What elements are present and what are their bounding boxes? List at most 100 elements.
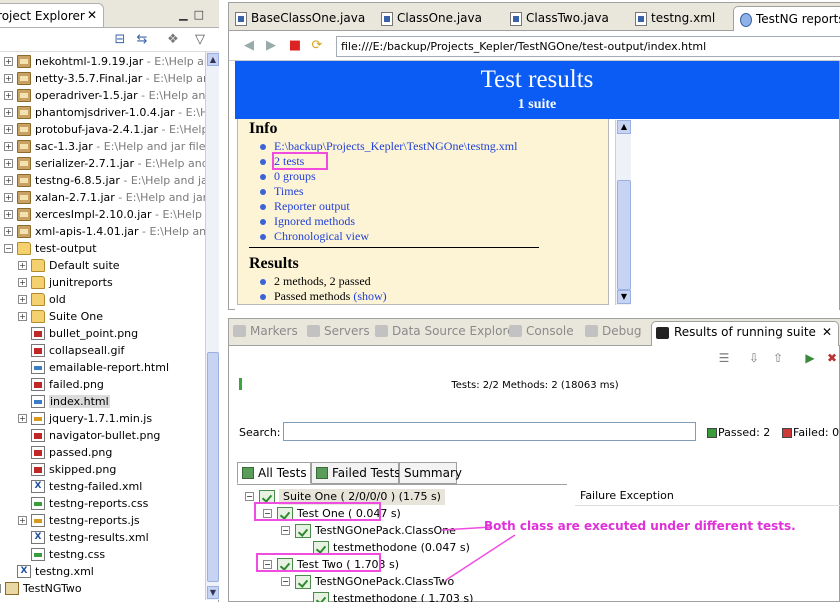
- scroll-up-icon[interactable]: ▲: [207, 53, 219, 66]
- info-link[interactable]: Reporter output: [274, 199, 350, 213]
- tree-item-label: testng-results.xml: [49, 531, 149, 544]
- java-file-icon: [381, 12, 393, 26]
- img-icon: [31, 429, 45, 442]
- tab-baseclassone-java[interactable]: BaseClassOne.java: [229, 6, 365, 31]
- expand-icon[interactable]: +: [18, 516, 27, 525]
- tab-testng-xml[interactable]: testng.xml: [629, 6, 715, 31]
- next-failure-icon[interactable]: ⇩: [747, 351, 761, 365]
- info-link[interactable]: Times: [274, 184, 304, 198]
- tree-item-label: phantomjsdriver-1.0.4.jar - E:\Help: [35, 106, 205, 119]
- collapse-icon[interactable]: −: [263, 560, 272, 569]
- collapse-icon[interactable]: −: [281, 526, 290, 535]
- expand-icon[interactable]: +: [18, 261, 27, 270]
- tab-project-explorer[interactable]: Project Explorer ✕: [0, 3, 104, 27]
- minimize-icon[interactable]: ▁: [179, 8, 193, 21]
- chevron-down-icon[interactable]: ▽: [192, 32, 208, 48]
- back-icon[interactable]: ◀: [241, 39, 257, 53]
- collapse-all-icon[interactable]: ⊟: [112, 32, 128, 48]
- scroll-up-icon[interactable]: ▲: [617, 120, 631, 134]
- rerun-failed-icon[interactable]: ✖: [825, 351, 839, 365]
- view-menu-icon[interactable]: ❖: [165, 32, 181, 48]
- expand-icon[interactable]: +: [4, 57, 13, 66]
- expand-icon[interactable]: +: [4, 159, 13, 168]
- refresh-icon[interactable]: ⟳: [309, 39, 325, 53]
- proj-icon: [5, 582, 19, 595]
- collapse-icon[interactable]: −: [263, 509, 272, 518]
- result-tree-item[interactable]: − TestNGOnePack.ClassTwo: [237, 574, 567, 590]
- tab-classone-java[interactable]: ClassOne.java: [375, 6, 482, 31]
- tree-item-label: Suite One: [49, 310, 103, 323]
- folder-icon: [17, 242, 31, 255]
- explorer-scrollbar[interactable]: ▲ ▼: [205, 52, 219, 600]
- info-link[interactable]: 0 groups: [274, 169, 316, 183]
- close-icon[interactable]: ✕: [822, 325, 832, 339]
- forward-icon[interactable]: ▶: [263, 39, 279, 53]
- scroll-down-icon[interactable]: ▼: [617, 290, 631, 304]
- expand-icon[interactable]: +: [4, 193, 13, 202]
- collapse-icon[interactable]: −: [281, 577, 290, 586]
- expand-icon[interactable]: +: [4, 142, 13, 151]
- result-tree-item[interactable]: − Test Two ( 1.703 s): [237, 557, 567, 573]
- console-icon: [509, 325, 522, 337]
- scroll-down-icon[interactable]: ▼: [207, 586, 219, 599]
- expand-icon[interactable]: +: [18, 312, 27, 321]
- tree-item-label: operadriver-1.5.jar - E:\Help and: [35, 89, 205, 102]
- expand-icon[interactable]: +: [18, 295, 27, 304]
- expand-icon[interactable]: +: [4, 210, 13, 219]
- passed-check-icon: [277, 507, 293, 521]
- folder-icon: [31, 310, 45, 323]
- tab-results-of-running-suite[interactable]: Results of running suite ✕: [651, 321, 839, 346]
- report-scrollbar[interactable]: ▲ ▼: [615, 120, 631, 305]
- info-link[interactable]: E:\backup\Projects_Kepler\TestNGOne\test…: [274, 139, 517, 153]
- previous-failure-icon[interactable]: ⇧: [771, 351, 785, 365]
- search-input[interactable]: [283, 422, 696, 441]
- tab-debug[interactable]: Debug: [585, 324, 641, 338]
- tab-servers[interactable]: Servers: [307, 324, 370, 338]
- tree-item-label: xml-apis-1.4.01.jar - E:\Help and: [35, 225, 205, 238]
- tree-item-label: protobuf-java-2.4.1.jar - E:\Help: [35, 123, 205, 136]
- expand-icon[interactable]: +: [4, 74, 13, 83]
- results-view: Markers Servers Data Source Explorer Consol…: [228, 318, 840, 602]
- link-with-editor-icon[interactable]: ⇆: [134, 32, 150, 48]
- expand-icon[interactable]: +: [4, 108, 13, 117]
- show-passed-link[interactable]: (show): [353, 289, 386, 303]
- tab-testng-reports[interactable]: TestNG reports: [733, 6, 840, 31]
- history-icon[interactable]: ☰: [717, 351, 731, 365]
- tab-failed-tests[interactable]: Failed Tests: [311, 462, 401, 484]
- tab-all-tests[interactable]: All Tests: [237, 462, 311, 484]
- tab-console[interactable]: Console: [509, 324, 574, 338]
- info-link[interactable]: Ignored methods: [274, 214, 355, 228]
- expand-icon[interactable]: +: [0, 584, 1, 593]
- editor-area: BaseClassOne.java ClassOne.java ClassTwo.j…: [228, 2, 840, 311]
- result-tree-label: testmethodone ( 1.703 s): [333, 592, 474, 602]
- url-field[interactable]: file:///E:/backup/Projects_Kepler/TestNG…: [336, 36, 840, 57]
- stop-icon[interactable]: ■: [287, 39, 303, 53]
- close-icon[interactable]: ✕: [87, 8, 97, 22]
- tab-markers[interactable]: Markers: [233, 324, 298, 338]
- scroll-thumb[interactable]: [617, 180, 631, 290]
- result-tree-item[interactable]: − Suite One ( 2/0/0/0 ) (1.75 s): [237, 489, 567, 505]
- tree-item-label: index.html: [49, 395, 110, 408]
- java-file-icon: [235, 12, 247, 26]
- globe-icon: [740, 13, 752, 27]
- explorer-toolbar: ⊟ ⇆ ❖ ▽: [0, 28, 219, 52]
- info-heading: Info: [249, 120, 278, 137]
- expand-icon[interactable]: +: [4, 91, 13, 100]
- tab-classtwo-java[interactable]: ClassTwo.java: [504, 6, 609, 31]
- result-tree-item[interactable]: testmethodone (0.047 s): [237, 540, 567, 556]
- collapse-icon[interactable]: −: [4, 244, 13, 253]
- expand-icon[interactable]: +: [4, 125, 13, 134]
- tab-summary[interactable]: Summary: [399, 462, 462, 484]
- tab-data-source-explorer[interactable]: Data Source Explorer: [375, 324, 519, 338]
- collapse-icon[interactable]: −: [245, 492, 254, 501]
- expand-icon[interactable]: +: [18, 278, 27, 287]
- expand-icon[interactable]: +: [18, 414, 27, 423]
- scroll-thumb[interactable]: [207, 352, 219, 582]
- failure-exception-header: Failure Exception: [575, 486, 840, 506]
- result-tree-item[interactable]: testmethodone ( 1.703 s): [237, 591, 567, 602]
- maximize-icon[interactable]: □: [194, 8, 210, 21]
- rerun-icon[interactable]: ▶: [803, 351, 817, 365]
- info-link[interactable]: Chronological view: [274, 229, 369, 243]
- expand-icon[interactable]: +: [4, 227, 13, 236]
- expand-icon[interactable]: +: [4, 176, 13, 185]
